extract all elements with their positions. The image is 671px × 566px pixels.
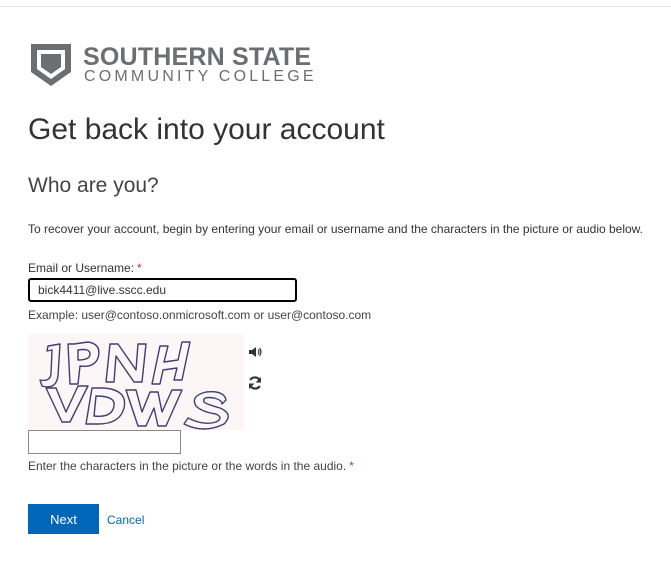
email-input[interactable]: [28, 278, 297, 302]
captcha-image: [28, 334, 244, 430]
shield-logo-icon: [31, 44, 71, 86]
captcha-input[interactable]: [28, 430, 181, 454]
page-title: Get back into your account: [28, 113, 385, 146]
speaker-icon[interactable]: [247, 344, 263, 360]
captcha-required-marker: *: [349, 459, 354, 473]
captcha-label: Enter the characters in the picture or t…: [28, 458, 354, 474]
top-divider: [0, 6, 671, 7]
required-marker: *: [137, 261, 142, 275]
logo-line-2: COMMUNITY COLLEGE: [84, 68, 317, 85]
intro-text: To recover your account, begin by enteri…: [28, 222, 644, 236]
email-label: Email or Username: *: [28, 260, 142, 276]
cancel-link[interactable]: Cancel: [107, 512, 144, 528]
email-label-text: Email or Username:: [28, 261, 135, 275]
next-button[interactable]: Next: [28, 504, 99, 534]
page-subtitle: Who are you?: [28, 174, 159, 197]
logo-line-1: SOUTHERN STATE: [83, 43, 312, 71]
captcha-label-text: Enter the characters in the picture or t…: [28, 459, 347, 473]
email-example: Example: user@contoso.onmicrosoft.com or…: [28, 308, 372, 322]
refresh-icon[interactable]: [247, 375, 263, 391]
college-logo: SOUTHERN STATE COMMUNITY COLLEGE: [29, 42, 319, 90]
